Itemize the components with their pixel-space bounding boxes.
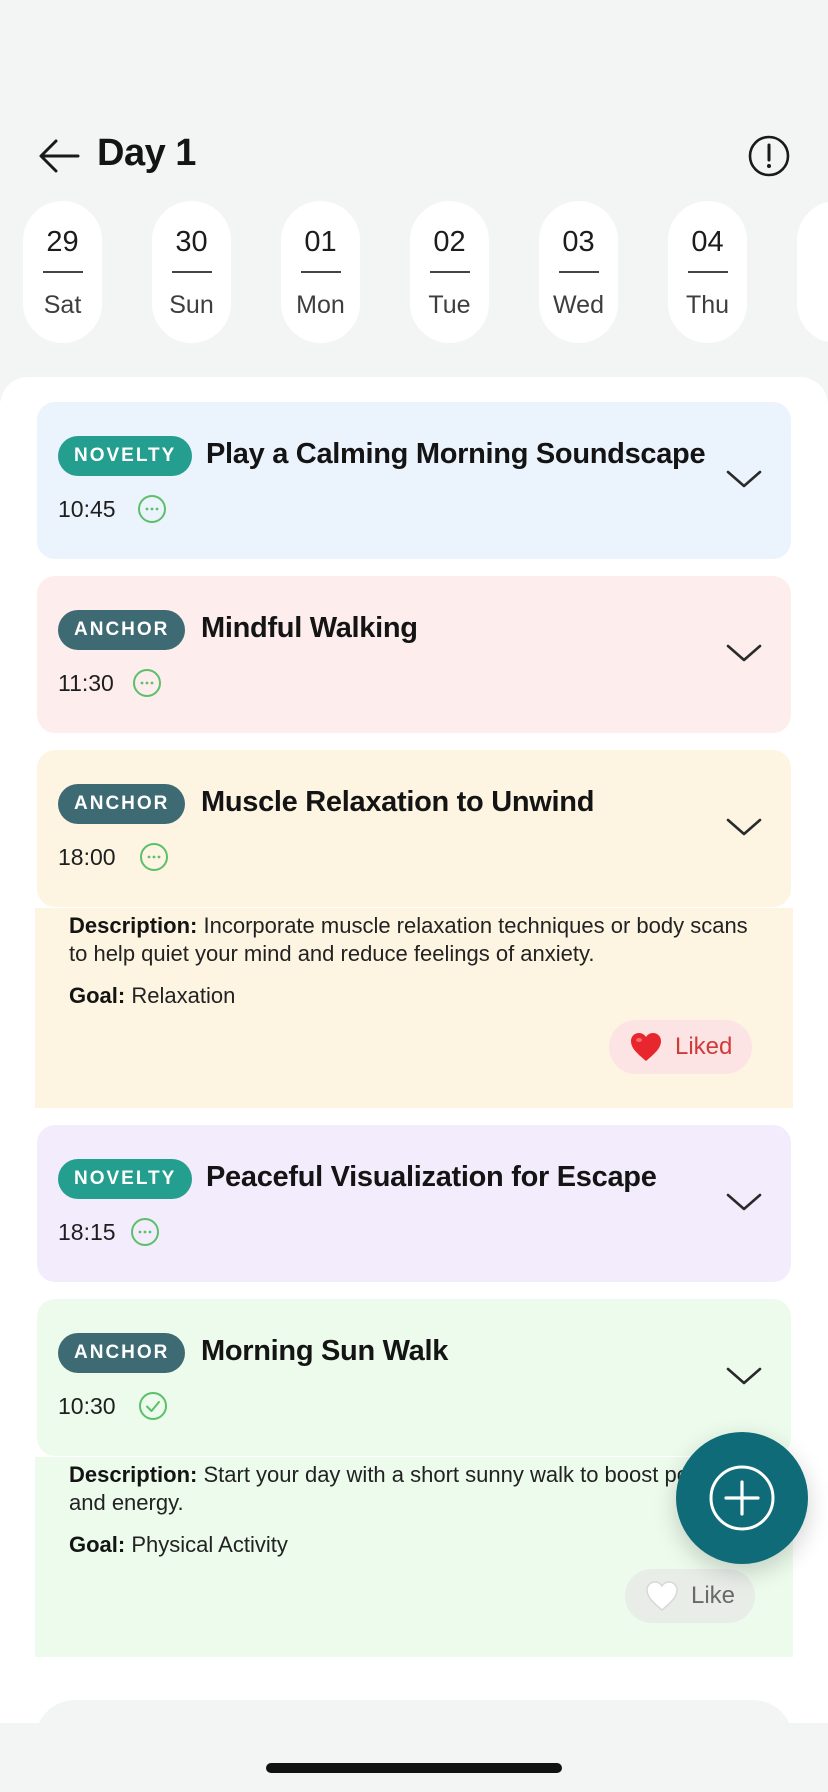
activity-details: Description: Incorporate muscle relaxati… [35, 908, 793, 1108]
activity-card[interactable]: NOVELTY Peaceful Visualization for Escap… [37, 1125, 791, 1282]
day-pill-sat[interactable]: 29 Sat [23, 201, 102, 343]
pending-status-icon [133, 669, 161, 697]
screen: Day 1 29 Sat 30 Sun 01 Mon 02 Tue 03 Wed… [0, 0, 828, 1792]
chevron-down-icon[interactable] [725, 468, 763, 490]
activity-time: 18:15 [58, 1219, 116, 1245]
activity-card[interactable]: ANCHOR Mindful Walking 11:30 [37, 576, 791, 733]
day-name: Mon [296, 291, 345, 319]
activity-time: 18:00 [58, 844, 116, 870]
activity-title: Morning Sun Walk [201, 1335, 449, 1367]
category-badge: ANCHOR [58, 784, 186, 824]
day-pill-thu[interactable]: 04 Thu [668, 201, 747, 343]
activity-card[interactable]: ANCHOR Muscle Relaxation to Unwind 18:00 [37, 750, 791, 907]
exclamation-circle-icon[interactable] [748, 135, 790, 177]
pending-status-icon [140, 843, 168, 871]
bottom-bar [0, 1723, 828, 1792]
category-badge: ANCHOR [58, 1333, 186, 1373]
activity-description: Description: Start your day with a short… [69, 1462, 749, 1515]
activity-time: 10:45 [58, 496, 116, 522]
day-pill-next[interactable] [797, 201, 828, 343]
day-number: 29 [46, 226, 79, 258]
day-pill-wed[interactable]: 03 Wed [539, 201, 618, 343]
day-number: 02 [433, 226, 466, 258]
plus-circle-icon [709, 1465, 775, 1531]
day-pill-sun[interactable]: 30 Sun [152, 201, 231, 343]
day-divider [558, 271, 599, 273]
chevron-down-icon[interactable] [725, 1191, 763, 1213]
activity-title: Peaceful Visualization for Escape [206, 1161, 657, 1193]
activity-goal: Goal: Relaxation [69, 983, 236, 1008]
day-divider [300, 271, 341, 273]
day-number: 03 [562, 226, 595, 258]
like-label: Liked [675, 1033, 733, 1060]
check-circle-icon [139, 1392, 167, 1420]
day-name: Tue [428, 291, 471, 319]
day-divider [171, 271, 212, 273]
category-badge: NOVELTY [58, 1159, 193, 1199]
like-button[interactable]: Liked [609, 1020, 753, 1074]
chevron-down-icon[interactable] [725, 816, 763, 838]
day-number: 04 [691, 226, 724, 258]
page-title: Day 1 [97, 132, 196, 174]
day-selector: 29 Sat 30 Sun 01 Mon 02 Tue 03 Wed 04 Th… [23, 201, 828, 343]
arrow-left-icon[interactable] [38, 138, 80, 174]
like-label: Like [691, 1582, 736, 1609]
pending-status-icon [131, 1218, 159, 1246]
chevron-down-icon[interactable] [725, 1365, 763, 1387]
category-badge: ANCHOR [58, 610, 186, 650]
day-pill-mon[interactable]: 01 Mon [281, 201, 360, 343]
chevron-down-icon[interactable] [725, 642, 763, 664]
activity-time: 10:30 [58, 1393, 116, 1419]
day-pill-tue[interactable]: 02 Tue [410, 201, 489, 343]
activity-card[interactable]: ANCHOR Morning Sun Walk 10:30 [37, 1299, 791, 1456]
heart-outline-icon [646, 1581, 678, 1611]
home-indicator[interactable] [266, 1763, 562, 1773]
day-name: Sat [43, 291, 82, 319]
activity-goal: Goal: Physical Activity [69, 1532, 288, 1557]
activity-title: Play a Calming Morning Soundscape [206, 438, 706, 470]
day-name: Thu [685, 291, 730, 319]
day-divider [42, 271, 83, 273]
day-name: Sun [169, 291, 214, 319]
category-badge: NOVELTY [58, 436, 193, 476]
day-divider [687, 271, 728, 273]
day-number: 01 [304, 226, 337, 258]
activity-title: Muscle Relaxation to Unwind [201, 786, 595, 818]
like-button[interactable]: Like [625, 1569, 756, 1623]
day-name: Wed [553, 291, 604, 319]
activity-card[interactable]: NOVELTY Play a Calming Morning Soundscap… [37, 402, 791, 559]
pending-status-icon [138, 495, 166, 523]
heart-filled-icon [631, 1033, 661, 1061]
activity-description: Description: Incorporate muscle relaxati… [69, 913, 748, 966]
activity-time: 11:30 [58, 670, 114, 696]
add-activity-button[interactable] [676, 1432, 808, 1564]
day-divider [429, 271, 470, 273]
day-number: 30 [175, 226, 208, 258]
activity-title: Mindful Walking [201, 612, 418, 644]
